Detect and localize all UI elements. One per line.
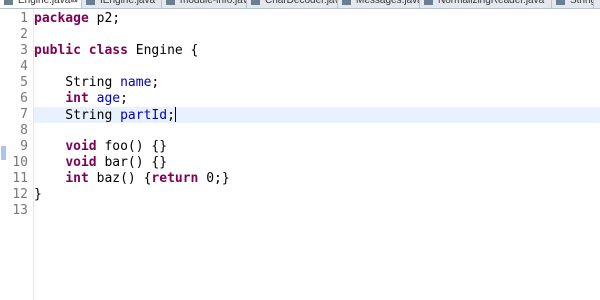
java-file-icon	[342, 0, 351, 5]
keyword-token: return	[151, 171, 199, 186]
tab-engine-java[interactable]: Engine.java⊠	[0, 0, 82, 8]
code-token: Engine {	[127, 43, 199, 58]
keyword-token: class	[88, 43, 128, 58]
java-file-icon	[556, 0, 565, 5]
code-token: baz() {	[88, 171, 152, 186]
line-number: 9	[20, 139, 28, 154]
line-number: 4	[20, 59, 28, 74]
editor-tab-bar: StringDecNormalizingReader.javaMessages.…	[0, 0, 600, 9]
code-line[interactable]: public class Engine {	[34, 43, 600, 59]
keyword-token: int	[65, 91, 89, 106]
code-line[interactable]	[34, 203, 600, 219]
java-file-icon	[251, 0, 260, 5]
code-line[interactable]	[34, 123, 600, 139]
line-number: 2	[20, 27, 28, 42]
tab-label: IEngine.java	[100, 0, 156, 6]
field-token: age	[96, 91, 121, 106]
java-file-icon	[4, 0, 13, 5]
tab-normalizingreader-java[interactable]: NormalizingReader.java	[420, 0, 552, 8]
tab-module-info-java[interactable]: module-info.java	[162, 0, 247, 8]
code-line[interactable]: int baz() {return 0;}	[34, 171, 600, 187]
keyword-token: package	[34, 11, 89, 26]
tab-label: Messages.java	[356, 0, 420, 6]
line-number: 13	[12, 203, 28, 218]
line-number: 10	[12, 155, 28, 170]
tab-iengine-java[interactable]: IEngine.java	[82, 0, 162, 8]
code-token: 0;}	[198, 171, 230, 186]
tab-label: NormalizingReader.java	[438, 0, 545, 6]
code-line[interactable]	[34, 59, 600, 75]
tab-label: CharDecoder.java	[265, 0, 338, 6]
code-line[interactable]: void bar() {}	[34, 155, 600, 171]
code-line[interactable]: void foo() {}	[34, 139, 600, 155]
java-file-icon	[166, 0, 175, 5]
java-file-icon	[86, 0, 95, 5]
code-token: foo() {}	[96, 139, 168, 154]
code-token: bar() {}	[96, 155, 168, 170]
code-token: String	[34, 75, 121, 90]
code-line[interactable]: package p2;	[34, 11, 600, 27]
line-number: 1	[20, 11, 28, 26]
tab-overflow-button[interactable]	[593, 0, 600, 8]
field-token: name	[120, 75, 152, 90]
code-line[interactable]: int age;	[34, 91, 600, 107]
line-number: 5	[20, 75, 28, 90]
code-token: String	[34, 108, 121, 123]
code-editor[interactable]: package p2; public class Engine { String …	[34, 9, 600, 300]
keyword-token: void	[65, 139, 97, 154]
code-token: ;	[167, 108, 175, 123]
code-token: p2;	[88, 11, 121, 26]
line-number-gutter: 1 2 3 4 5 6 7 8 9 10 11 12 13	[6, 9, 34, 300]
keyword-token: void	[65, 155, 97, 170]
text-caret	[174, 107, 176, 122]
line-number: 11	[12, 171, 28, 186]
line-number: 3	[20, 43, 28, 58]
line-number: 12	[12, 187, 28, 202]
code-token: ;	[120, 91, 128, 106]
code-line[interactable]: }	[34, 187, 600, 203]
line-number: 6	[20, 91, 28, 106]
line-number: 7	[20, 107, 28, 122]
code-line[interactable]: String name;	[34, 75, 600, 91]
keyword-token: public	[34, 43, 81, 58]
field-token: partId	[120, 108, 168, 123]
code-line[interactable]: String partId;	[34, 107, 600, 123]
code-line[interactable]	[34, 27, 600, 43]
code-token: }	[34, 187, 42, 202]
keyword-token: int	[65, 171, 89, 186]
tab-chardecoder-java[interactable]: CharDecoder.java	[247, 0, 338, 8]
java-file-icon	[424, 0, 433, 5]
tab-label: Engine.java	[18, 0, 71, 6]
tab-label: module-info.java	[180, 0, 247, 6]
line-number: 8	[20, 123, 28, 138]
code-token: ;	[151, 75, 160, 90]
tab-messages-java[interactable]: Messages.java	[338, 0, 420, 8]
